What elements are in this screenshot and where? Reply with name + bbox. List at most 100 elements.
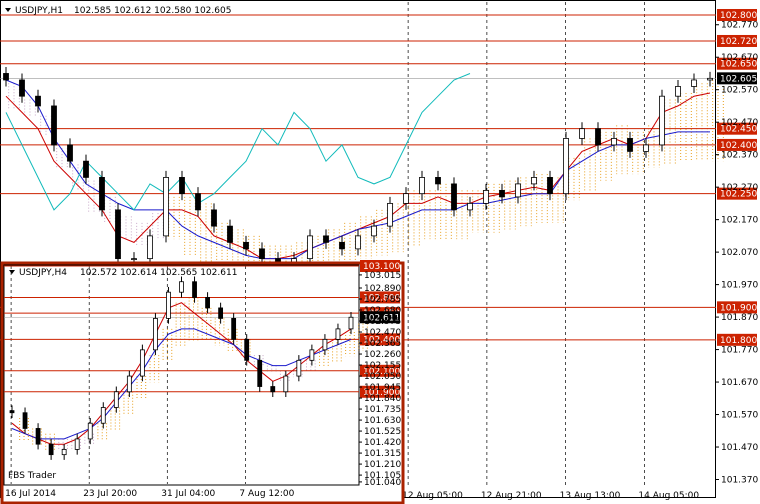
candle-body xyxy=(131,258,137,261)
candle-body xyxy=(51,105,57,146)
candle-body xyxy=(499,190,505,198)
candle-body xyxy=(323,235,329,243)
inset-header: USDJPY,H4 102.572 102.614 102.565 102.61… xyxy=(9,268,237,278)
x-tick-label: 7 Aug 12:00 xyxy=(239,489,294,499)
y-tick-label: 103.015 xyxy=(364,271,401,281)
inset-symbol: USDJPY,H4 xyxy=(19,268,67,278)
y-tick-label: 102.680 xyxy=(364,306,401,316)
candle-body xyxy=(335,328,341,340)
candle-body xyxy=(153,318,158,351)
inset-chart[interactable]: 103.100102.800102.650102.400102.100101.9… xyxy=(0,260,405,504)
candle-body xyxy=(163,177,169,237)
candle-body xyxy=(244,338,250,361)
y-tick-label: 102.155 xyxy=(364,361,401,371)
candle-body xyxy=(147,235,153,260)
brand-watermark: FBS Trader xyxy=(8,471,56,481)
candle-body xyxy=(270,386,276,393)
y-tick-label: 101.210 xyxy=(364,460,401,470)
y-tick-label: 102.050 xyxy=(364,372,401,382)
candle-body xyxy=(307,235,313,260)
candle-body xyxy=(371,225,377,237)
candle-body xyxy=(296,359,302,377)
main-ohlc: 102.585 102.612 102.580 102.605 xyxy=(74,6,231,16)
candle-body xyxy=(515,183,521,198)
x-tick-label: 13 Aug 13:00 xyxy=(560,491,621,501)
level-tag-label: 102.400 xyxy=(720,141,757,151)
candle-body xyxy=(179,281,184,293)
candle-body xyxy=(563,138,569,195)
candle-body xyxy=(243,241,249,250)
main-header: USDJPY,H1 102.585 102.612 102.580 102.60… xyxy=(5,6,231,16)
candle-body xyxy=(707,77,713,81)
inset-plot-area xyxy=(3,264,360,486)
y-tick-label: 101.040 xyxy=(364,478,401,488)
y-tick-label: 102.770 xyxy=(721,21,758,31)
x-tick-label: 12 Aug 21:00 xyxy=(481,491,542,501)
y-tick-label: 102.365 xyxy=(364,339,401,349)
candle-body xyxy=(309,349,315,361)
x-tick-label: 16 Jul 2014 xyxy=(5,489,56,499)
y-tick-label: 101.870 xyxy=(721,313,758,323)
y-tick-label: 101.630 xyxy=(364,416,401,426)
y-tick-label: 101.470 xyxy=(721,443,758,453)
y-tick-label: 102.370 xyxy=(721,151,758,161)
y-tick-label: 101.945 xyxy=(364,383,401,393)
y-tick-label: 101.420 xyxy=(364,438,401,448)
candle-body xyxy=(387,202,393,227)
candle-body xyxy=(139,349,145,377)
candle-body xyxy=(83,160,89,178)
x-tick-label: 31 Jul 04:00 xyxy=(161,489,215,499)
current-price-label: 102.605 xyxy=(720,74,757,84)
candle-body xyxy=(611,138,617,146)
level-tag-label: 102.800 xyxy=(720,11,757,21)
candle-body xyxy=(192,281,197,298)
level-tag-label: 102.720 xyxy=(720,37,757,47)
candle-body xyxy=(627,138,633,152)
candle-body xyxy=(22,412,28,429)
y-tick-label: 101.770 xyxy=(721,346,758,356)
candle-body xyxy=(48,443,54,456)
candle-body xyxy=(231,318,237,340)
y-tick-label: 101.570 xyxy=(721,411,758,421)
candle-body xyxy=(35,428,41,445)
candle-body xyxy=(451,183,457,211)
candle-body xyxy=(348,316,354,330)
candle-body xyxy=(339,241,345,250)
candle-body xyxy=(67,144,73,162)
y-tick-label: 102.270 xyxy=(721,183,758,193)
y-tick-label: 102.575 xyxy=(364,317,401,327)
y-tick-label: 101.970 xyxy=(721,281,758,291)
candle-body xyxy=(100,407,106,424)
candle-body xyxy=(35,95,41,107)
candle-body xyxy=(74,438,80,450)
candle-body xyxy=(467,202,473,211)
y-tick-label: 102.260 xyxy=(364,350,401,360)
candle-body xyxy=(3,73,9,81)
candle-body xyxy=(257,359,263,387)
candle-body xyxy=(87,422,93,440)
candle-body xyxy=(419,177,425,195)
y-tick-label: 102.170 xyxy=(721,216,758,226)
candle-body xyxy=(283,375,289,393)
inset-price-axis: 103.015 102.890102.785102.680102.575102.4… xyxy=(359,271,401,488)
candle-body xyxy=(113,391,119,408)
candle-body xyxy=(355,235,361,250)
y-tick-label: 102.470 xyxy=(364,328,401,338)
candle-body xyxy=(227,225,233,243)
candle-body xyxy=(659,95,665,146)
candle-body xyxy=(195,193,201,211)
main-price-axis: 102.770 102.670 102.570 102.470 102.370 102.2… xyxy=(716,21,758,486)
x-tick-label: 12 Aug 05:00 xyxy=(402,491,463,501)
candle-body xyxy=(61,449,67,456)
candle-body xyxy=(322,338,328,351)
y-tick-label: 102.670 xyxy=(721,53,758,63)
candle-body xyxy=(675,86,681,97)
level-tag-label: 101.900 xyxy=(720,303,757,313)
candle-body xyxy=(218,307,224,319)
y-tick-label: 101.315 xyxy=(364,449,401,459)
candle-body xyxy=(483,190,489,204)
candle-body xyxy=(643,144,649,152)
y-tick-label: 101.525 xyxy=(364,427,401,437)
y-tick-label: 102.785 xyxy=(364,295,401,305)
candle-body xyxy=(19,79,25,97)
